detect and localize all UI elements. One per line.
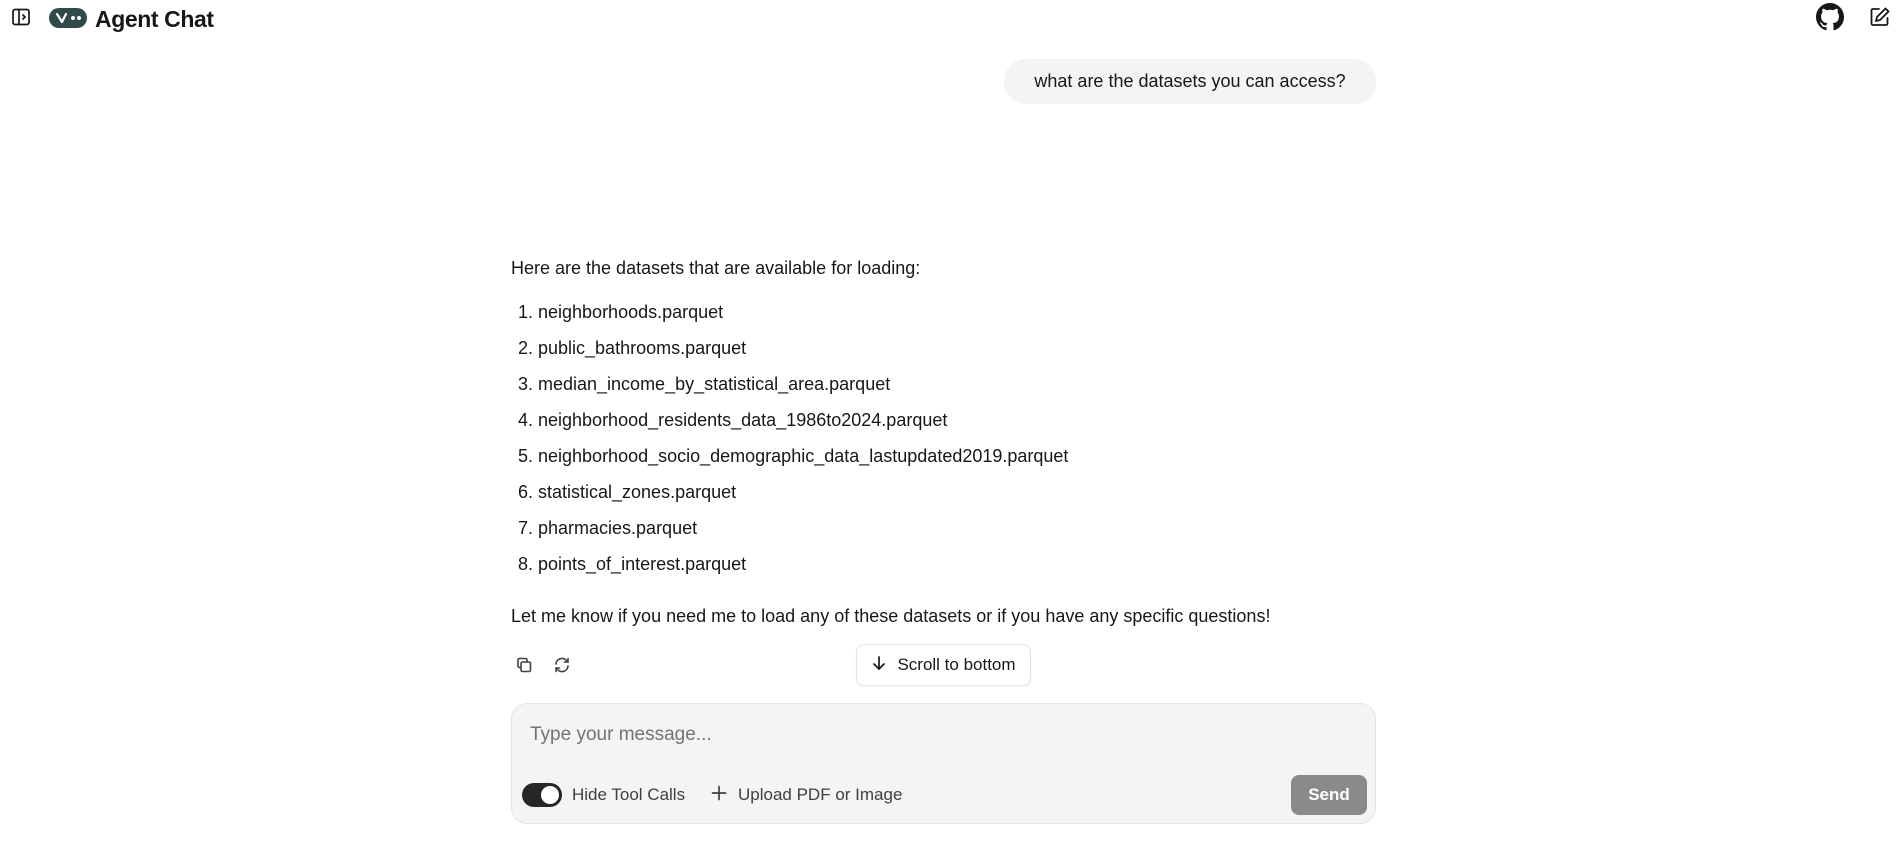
app-title: Agent Chat [95, 6, 214, 32]
regenerate-icon [553, 656, 571, 679]
scroll-to-bottom-label: Scroll to bottom [897, 655, 1016, 674]
toggle-knob [541, 786, 559, 804]
assistant-message: Here are the datasets that are available… [511, 255, 1381, 629]
github-icon [1816, 2, 1844, 36]
logo-icon [49, 8, 87, 28]
dataset-item: public_bathrooms.parquet [538, 335, 1381, 371]
user-message-text: what are the datasets you can access? [1034, 71, 1346, 91]
hide-tool-calls-label: Hide Tool Calls [572, 785, 686, 804]
user-message-bubble: what are the datasets you can access? [1004, 59, 1376, 104]
assistant-intro: Here are the datasets that are available… [511, 258, 921, 278]
assistant-outro: Let me know if you need me to load any o… [511, 606, 1271, 626]
toggle-switch[interactable] [522, 783, 562, 807]
sidebar-toggle-icon [11, 7, 31, 32]
copy-button[interactable] [511, 654, 537, 680]
upload-label: Upload PDF or Image [738, 785, 903, 804]
arrow-down-icon [871, 655, 887, 676]
regenerate-button[interactable] [549, 654, 575, 680]
new-chat-icon [1869, 6, 1891, 33]
plus-icon [710, 784, 728, 807]
upload-button[interactable]: Upload PDF or Image [710, 782, 902, 808]
header: Agent Chat [0, 0, 1897, 38]
dataset-item: points_of_interest.parquet [538, 551, 1381, 587]
dataset-item: neighborhoods.parquet [538, 299, 1381, 335]
dataset-item: pharmacies.parquet [538, 515, 1381, 551]
message-composer: Hide Tool Calls Upload PDF or Image Send [511, 703, 1376, 824]
copy-icon [515, 656, 533, 679]
hide-tool-calls-toggle[interactable]: Hide Tool Calls [522, 782, 685, 808]
sidebar-toggle-button[interactable] [9, 7, 33, 31]
message-input[interactable] [528, 718, 1348, 752]
dataset-list: neighborhoods.parquet public_bathrooms.p… [511, 299, 1381, 587]
dataset-item: statistical_zones.parquet [538, 479, 1381, 515]
github-link[interactable] [1815, 2, 1845, 36]
message-actions [511, 654, 575, 680]
scroll-to-bottom-button[interactable]: Scroll to bottom [856, 644, 1031, 686]
dataset-item: neighborhood_socio_demographic_data_last… [538, 443, 1381, 479]
dataset-item: neighborhood_residents_data_1986to2024.p… [538, 407, 1381, 443]
send-button[interactable]: Send [1291, 775, 1367, 815]
dataset-item: median_income_by_statistical_area.parque… [538, 371, 1381, 407]
new-chat-button[interactable] [1866, 5, 1894, 33]
